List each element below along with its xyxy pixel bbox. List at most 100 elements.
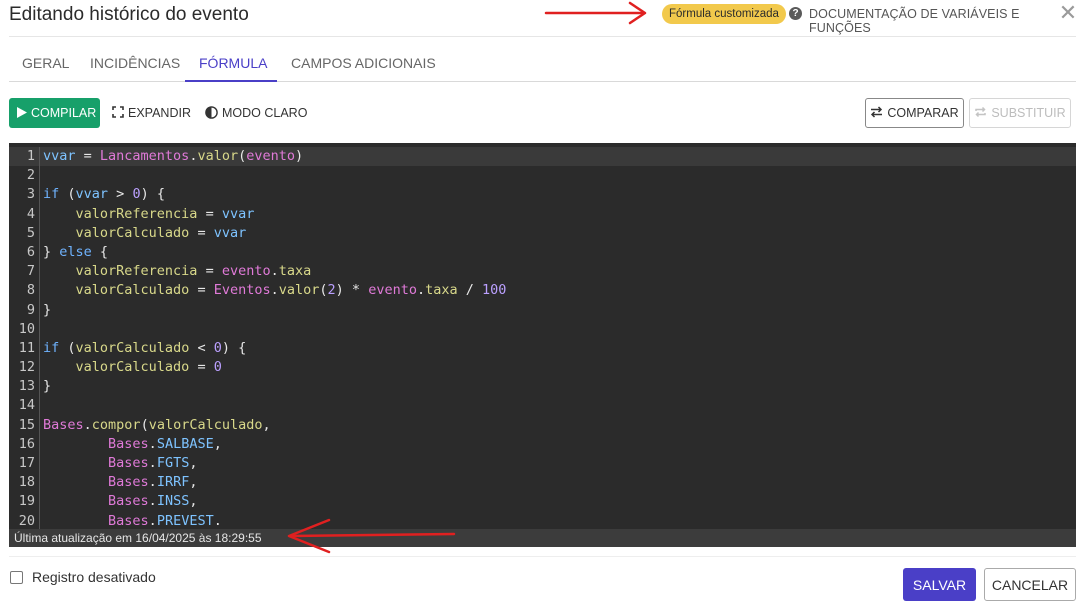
code-token: valorCalculado: [75, 359, 190, 376]
code-text: valorCalculado = Eventos.valor(2) * even…: [43, 281, 507, 300]
line-number: 18: [18, 474, 35, 491]
code-token: valor: [197, 148, 239, 164]
gutter-separator: [39, 358, 40, 378]
code-token: valorCalculado: [75, 339, 190, 356]
gutter-separator: [39, 338, 40, 359]
line-number: 17: [18, 455, 35, 471]
compile-label: COMPILAR: [31, 106, 97, 120]
line-number: 9: [26, 301, 35, 318]
code-line[interactable]: 4 valorReferencia = vvar: [9, 204, 1076, 224]
code-token: evento: [221, 263, 271, 280]
code-token: vvar: [213, 224, 247, 241]
editor-lines[interactable]: 1 vvar = Lancamentos.valor(evento) 2 3 if (v…: [9, 147, 1076, 529]
tab-incidencias[interactable]: INCIDÊNCIAS: [90, 55, 180, 71]
code-line[interactable]: 7 valorReferencia = evento.taxa: [9, 262, 1076, 282]
code-token: .: [148, 455, 157, 471]
code-line[interactable]: 10: [9, 319, 1076, 339]
line-number: 14: [18, 397, 35, 414]
code-line[interactable]: 17 Bases.FGTS,: [9, 454, 1076, 474]
line-number: 4: [26, 205, 35, 222]
code-token: valorReferencia: [75, 205, 198, 222]
code-line[interactable]: 9}: [9, 300, 1076, 320]
code-token: }: [43, 301, 52, 318]
code-line[interactable]: 18 Bases.IRRF,: [9, 473, 1076, 493]
expand-button[interactable]: EXPANDIR: [112, 98, 191, 128]
code-token: ) *: [335, 282, 369, 299]
code-line[interactable]: 6} else {: [9, 242, 1076, 263]
code-token: valorReferencia: [75, 263, 198, 280]
code-line[interactable]: 2: [9, 166, 1076, 186]
code-line[interactable]: 3 if (vvar > 0) {: [9, 185, 1076, 205]
code-line[interactable]: 5 valorCalculado = vvar: [9, 223, 1076, 243]
disabled-record-checkbox[interactable]: [10, 571, 23, 584]
gutter-separator: [39, 492, 40, 512]
code-line[interactable]: 20 Bases.PREVEST.: [9, 511, 1076, 529]
code-token: .: [83, 416, 92, 433]
code-token: IRRF: [156, 474, 190, 491]
code-token: ) {: [221, 339, 247, 356]
code-token: =: [189, 224, 214, 241]
line-number: 15: [18, 416, 35, 433]
code-line[interactable]: 16 Bases.SALBASE,: [9, 434, 1076, 454]
code-token: (: [319, 282, 328, 299]
code-token: .: [148, 512, 157, 529]
gutter-separator: [39, 300, 40, 320]
last-updated-status: Última atualização em 16/04/2025 às 18:2…: [9, 529, 1076, 547]
code-line[interactable]: 14: [9, 396, 1076, 416]
footer-divider: [9, 556, 1076, 557]
code-text: vvar = Lancamentos.valor(evento): [43, 147, 303, 166]
code-token: taxa: [278, 263, 312, 280]
tab-campos-adicionais[interactable]: CAMPOS ADICIONAIS: [291, 55, 436, 71]
code-token: >: [108, 186, 133, 203]
code-line[interactable]: 12 valorCalculado = 0: [9, 358, 1076, 378]
code-line[interactable]: 19 Bases.INSS,: [9, 492, 1076, 512]
documentation-link[interactable]: DOCUMENTAÇÃO DE VARIÁVEIS E FUNÇÕES: [809, 7, 1082, 35]
gutter-separator: [39, 281, 40, 301]
save-button[interactable]: SALVAR: [903, 568, 976, 601]
tab-bar: GERAL INCIDÊNCIAS FÓRMULA CAMPOS ADICION…: [9, 44, 1076, 82]
disabled-record-label[interactable]: Registro desativado: [32, 569, 156, 585]
replace-button[interactable]: SUBSTITUIR: [969, 98, 1071, 128]
tab-geral[interactable]: GERAL: [22, 55, 69, 71]
expand-label: EXPANDIR: [128, 106, 191, 120]
gutter-separator: [39, 511, 40, 529]
code-token: Bases: [108, 474, 149, 491]
code-token: ,: [262, 416, 271, 433]
close-icon[interactable]: ✕: [1058, 2, 1078, 24]
code-token: (: [59, 186, 76, 203]
gutter-separator: [39, 377, 40, 397]
line-number: 16: [18, 435, 35, 452]
code-text: }: [43, 301, 51, 320]
code-token: valor: [278, 282, 320, 299]
code-token: /: [457, 282, 483, 299]
code-token: if: [43, 339, 60, 356]
compare-label: COMPARAR: [887, 106, 959, 120]
code-token: {: [91, 243, 109, 260]
tab-formula[interactable]: FÓRMULA: [199, 55, 267, 71]
formula-code-editor[interactable]: 1 vvar = Lancamentos.valor(evento) 2 3 if (v…: [9, 143, 1076, 547]
code-text: if (vvar > 0) {: [43, 185, 165, 204]
code-token: else: [59, 243, 92, 260]
cancel-button[interactable]: CANCELAR: [984, 568, 1076, 601]
code-line[interactable]: 13}: [9, 377, 1076, 397]
line-number: 11: [18, 339, 35, 356]
gutter-separator: [39, 473, 40, 493]
code-token: (: [59, 339, 76, 356]
compare-button[interactable]: COMPARAR: [865, 98, 964, 128]
code-token: <: [189, 339, 214, 356]
compile-button[interactable]: COMPILAR: [9, 98, 100, 128]
code-token: ) {: [140, 186, 165, 203]
gutter-separator: [39, 166, 40, 186]
code-token: .: [416, 282, 426, 299]
code-token: ,: [189, 474, 198, 491]
help-icon[interactable]: ?: [789, 7, 802, 20]
code-line[interactable]: 1 vvar = Lancamentos.valor(evento): [9, 147, 1076, 167]
replace-label: SUBSTITUIR: [991, 106, 1066, 120]
code-line[interactable]: 11 if (valorCalculado < 0) {: [9, 338, 1076, 359]
line-number: 6: [26, 243, 35, 260]
code-line[interactable]: 8 valorCalculado = Eventos.valor(2) * ev…: [9, 281, 1076, 301]
code-line[interactable]: 15 Bases.compor(valorCalculado,: [9, 415, 1076, 435]
light-mode-button[interactable]: MODO CLARO: [205, 98, 307, 128]
